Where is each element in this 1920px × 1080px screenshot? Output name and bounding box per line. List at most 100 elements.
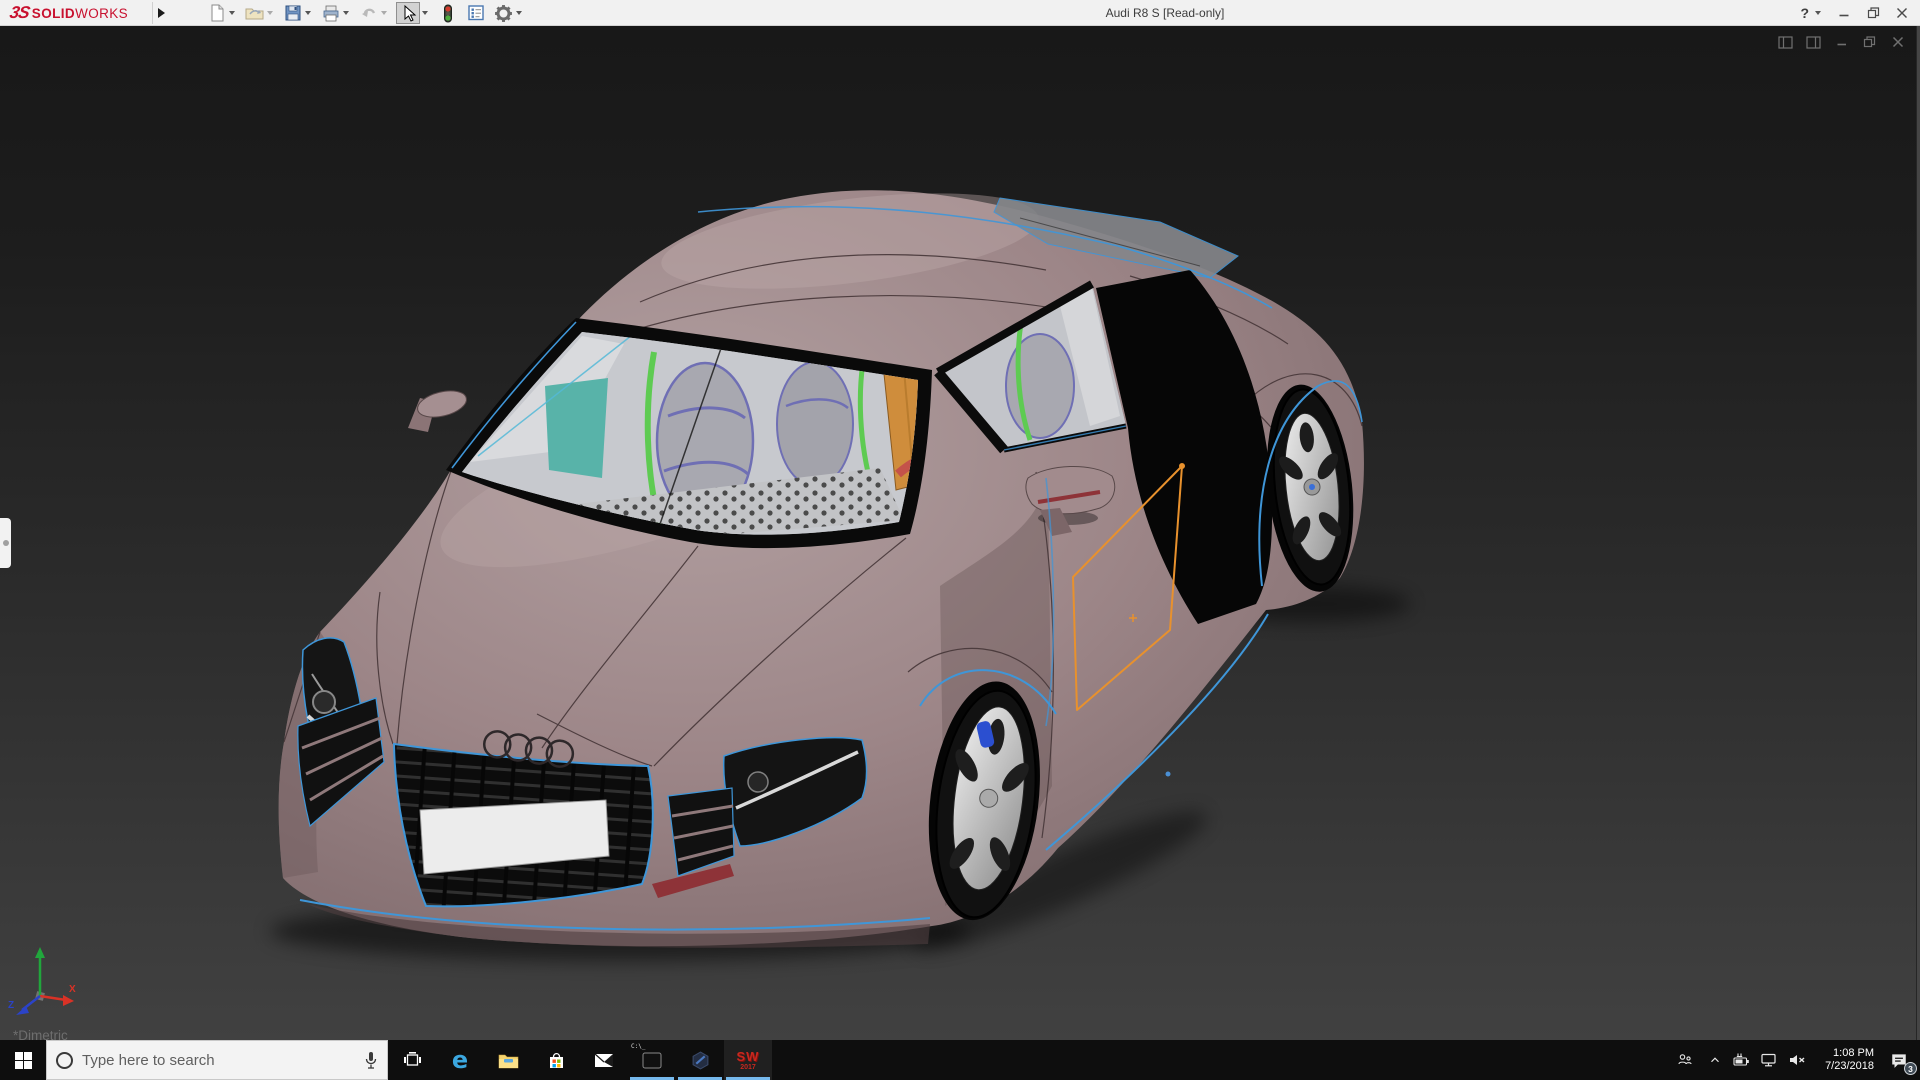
battery-charging-icon xyxy=(1733,1053,1749,1066)
task-view-button[interactable] xyxy=(388,1040,436,1080)
undo-button[interactable] xyxy=(358,2,379,24)
document-close-button[interactable] xyxy=(1889,34,1906,50)
options-dropdown[interactable] xyxy=(516,11,522,15)
logo-solid-text: SOLID xyxy=(31,5,76,21)
rebuild-stoplight-button[interactable] xyxy=(437,2,458,24)
undo-icon xyxy=(361,8,375,17)
mail-icon xyxy=(594,1053,613,1067)
edge-icon: e xyxy=(451,1046,469,1074)
title-bar: 3S SOLID WORKS Audi R8 S [Read-only] ? xyxy=(0,0,1920,26)
taskbar-app-store[interactable] xyxy=(532,1040,580,1080)
notification-badge: 3 xyxy=(1904,1062,1917,1075)
taskbar-app-file-explorer[interactable] xyxy=(484,1040,532,1080)
command-prompt-glyph: C:\_ xyxy=(631,1043,646,1050)
document-window-controls xyxy=(1777,34,1906,50)
document-restore-icon xyxy=(1863,36,1876,48)
network-icon xyxy=(1761,1053,1776,1067)
pane-right-icon xyxy=(1806,35,1821,49)
battery-button[interactable] xyxy=(1728,1040,1755,1080)
pane-left-icon xyxy=(1778,35,1793,49)
print-icon xyxy=(323,5,338,22)
close-button[interactable] xyxy=(1894,3,1910,23)
file-explorer-icon xyxy=(498,1054,518,1068)
help-dropdown[interactable] xyxy=(1815,11,1821,15)
close-icon xyxy=(1897,8,1907,18)
menu-flyout-button[interactable] xyxy=(152,2,169,24)
command-prompt-icon xyxy=(642,1052,662,1068)
open-dropdown[interactable] xyxy=(267,11,273,15)
select-tool-dropdown[interactable] xyxy=(422,11,428,15)
taskbar-app-command-prompt[interactable]: C:\_ xyxy=(628,1040,676,1080)
tray-overflow-button[interactable] xyxy=(1701,1040,1728,1080)
select-cursor-icon xyxy=(404,4,417,22)
help-button[interactable]: ? xyxy=(1800,5,1809,21)
new-document-icon xyxy=(211,4,223,22)
document-minimize-icon xyxy=(1837,43,1846,46)
restore-button[interactable] xyxy=(1865,3,1881,23)
graphics-viewport[interactable]: X Z *Dimetric xyxy=(0,26,1920,1040)
view-orientation-label: *Dimetric xyxy=(13,1028,68,1040)
action-center-button[interactable]: 3 xyxy=(1878,1040,1920,1080)
panel-tab-grip-icon xyxy=(2,540,9,546)
start-button[interactable] xyxy=(0,1040,46,1080)
taskbar-clock[interactable]: 1:08 PM 7/23/2018 xyxy=(1812,1040,1878,1080)
orientation-triad[interactable]: X Z xyxy=(6,944,78,1024)
stoplight-icon xyxy=(443,4,452,22)
undo-dropdown[interactable] xyxy=(381,11,387,15)
pane-right-toggle-button[interactable] xyxy=(1805,34,1822,50)
front-center-grille[interactable] xyxy=(392,742,654,908)
sketch-point[interactable] xyxy=(1165,771,1171,777)
search-input[interactable] xyxy=(82,1051,355,1069)
minimize-icon xyxy=(1839,14,1849,17)
cortana-icon xyxy=(56,1051,73,1069)
file-properties-icon xyxy=(467,5,484,21)
logo-ds-mark: 3S xyxy=(8,3,31,22)
model-canvas[interactable] xyxy=(0,26,1920,1040)
taskbar-app-hexagon[interactable] xyxy=(676,1040,724,1080)
document-restore-button[interactable] xyxy=(1861,34,1878,50)
triad-z-label: Z xyxy=(8,1000,14,1011)
print-dropdown[interactable] xyxy=(343,11,349,15)
taskbar-app-edge[interactable]: e xyxy=(436,1040,484,1080)
logo-works-text: WORKS xyxy=(75,5,129,21)
select-tool-button[interactable] xyxy=(396,2,420,24)
triad-x-label: X xyxy=(69,984,76,995)
pane-left-toggle-button[interactable] xyxy=(1777,34,1794,50)
window-controls: ? xyxy=(1800,0,1910,26)
gear-icon xyxy=(495,4,512,22)
volume-button[interactable] xyxy=(1782,1040,1812,1080)
solidworks-app-icon: SW 2017 xyxy=(737,1050,760,1071)
chevron-up-icon xyxy=(1710,1057,1719,1063)
network-button[interactable] xyxy=(1755,1040,1782,1080)
document-close-icon xyxy=(1892,36,1903,48)
file-properties-button[interactable] xyxy=(465,2,486,24)
people-button[interactable] xyxy=(1667,1040,1701,1080)
minimize-button[interactable] xyxy=(1836,3,1852,23)
people-icon xyxy=(1677,1054,1692,1065)
open-folder-icon xyxy=(245,8,264,20)
taskbar: e C:\_ xyxy=(0,1040,1920,1080)
microphone-icon[interactable] xyxy=(364,1051,378,1070)
solidworks-icon-letters: SW xyxy=(736,1048,760,1064)
options-gear-button[interactable] xyxy=(493,2,514,24)
clock-time: 1:08 PM xyxy=(1833,1047,1874,1059)
open-button[interactable] xyxy=(244,2,265,24)
print-button[interactable] xyxy=(320,2,341,24)
left-mirror[interactable] xyxy=(408,386,469,432)
taskbar-search[interactable] xyxy=(46,1040,388,1080)
store-icon xyxy=(549,1052,563,1068)
save-dropdown[interactable] xyxy=(305,11,311,15)
windows-logo-icon xyxy=(14,1051,32,1069)
hexagon-app-icon xyxy=(692,1050,708,1070)
new-document-dropdown[interactable] xyxy=(229,11,235,15)
quick-access-toolbar xyxy=(206,0,524,26)
collapsed-panel-tab[interactable] xyxy=(0,518,11,568)
document-minimize-button[interactable] xyxy=(1833,34,1850,50)
window-title: Audi R8 S [Read-only] xyxy=(1105,6,1225,20)
new-document-button[interactable] xyxy=(206,2,227,24)
taskbar-app-solidworks[interactable]: SW 2017 xyxy=(724,1040,772,1080)
restore-icon xyxy=(1867,7,1879,19)
save-button[interactable] xyxy=(282,2,303,24)
triad-x-axis xyxy=(39,994,67,1002)
taskbar-app-mail[interactable] xyxy=(580,1040,628,1080)
